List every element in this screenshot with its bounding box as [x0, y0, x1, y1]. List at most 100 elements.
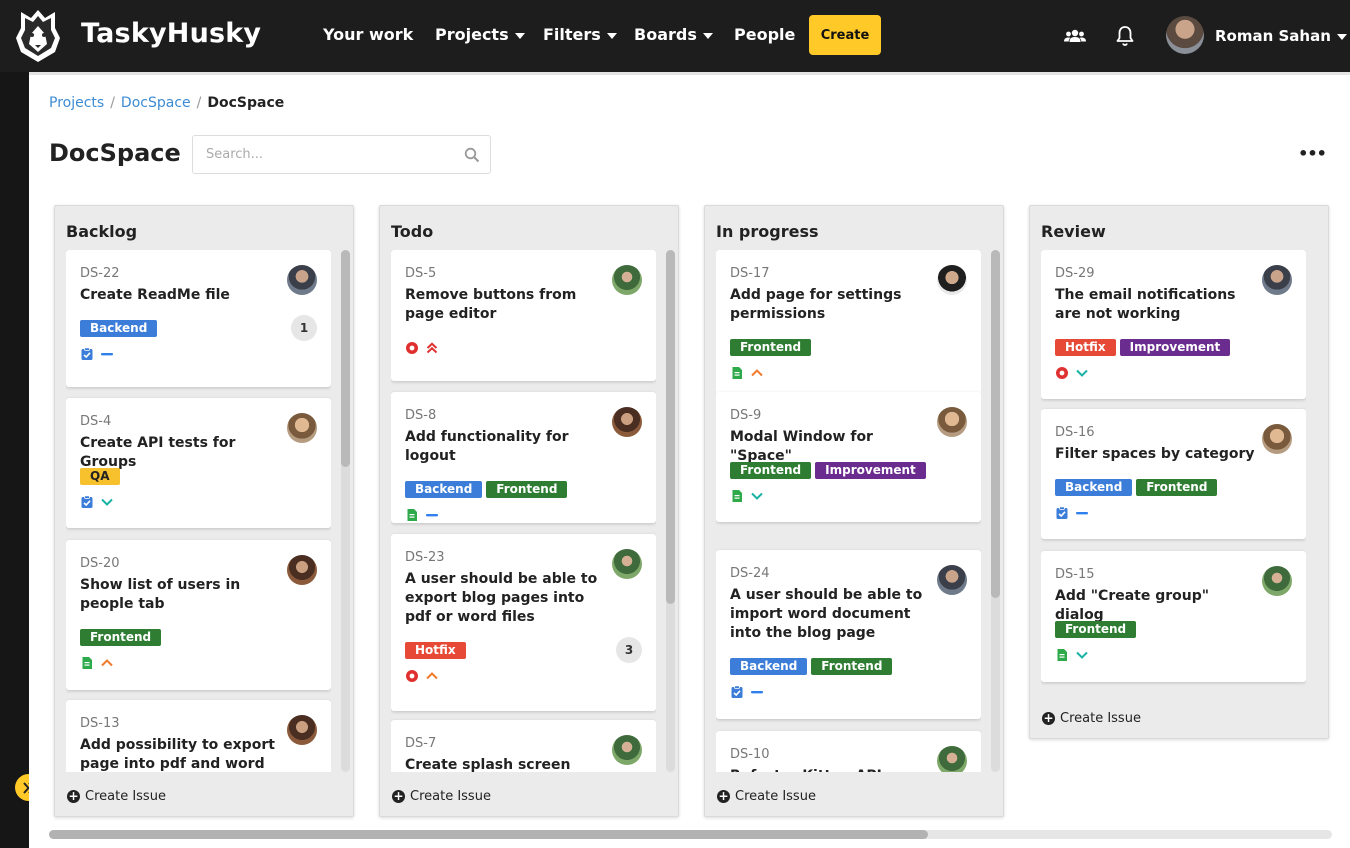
tag-badge[interactable]: Frontend [730, 462, 812, 479]
tag-badge[interactable]: Backend [1055, 479, 1133, 496]
create-button[interactable]: Create [809, 15, 881, 55]
issue-key: DS-17 [730, 266, 770, 281]
nav-filters-label: Filters [543, 25, 601, 44]
priority-low-icon [1075, 647, 1089, 666]
create-issue-label: Create Issue [735, 789, 816, 804]
breadcrumb-projects[interactable]: Projects [49, 95, 104, 111]
user-menu[interactable]: Roman Sahan [1215, 27, 1347, 45]
assignee-avatar[interactable] [937, 265, 967, 295]
tag-badge[interactable]: Frontend [1136, 479, 1218, 496]
create-issue-button[interactable]: + Create Issue [1042, 711, 1141, 726]
assignee-avatar[interactable] [287, 265, 317, 295]
tag-badge[interactable]: Frontend [1055, 621, 1137, 638]
nav-boards-label: Boards [634, 25, 697, 44]
issue-card[interactable]: DS-17 Add page for settings permissions Fr… [716, 250, 981, 399]
assignee-avatar[interactable] [1262, 566, 1292, 596]
tag-badge[interactable]: Backend [80, 320, 158, 337]
issue-card[interactable]: DS-13 Add possibility to export page into… [66, 700, 331, 772]
assignee-avatar[interactable] [612, 407, 642, 437]
nav-boards[interactable]: Boards [634, 25, 713, 44]
assignee-avatar[interactable] [612, 265, 642, 295]
tag-badge[interactable]: Backend [730, 658, 808, 675]
assignee-avatar[interactable] [937, 746, 967, 772]
app-brand[interactable]: TaskyHusky [81, 18, 261, 49]
issue-title: Create splash screen [405, 757, 571, 772]
tag-badge[interactable]: QA [80, 468, 120, 485]
tag-badge[interactable]: Improvement [815, 462, 926, 479]
issue-key: DS-13 [80, 716, 120, 731]
issue-title: Modal Window for "Space" [730, 429, 873, 464]
scrollbar-thumb[interactable] [991, 250, 1000, 598]
issue-card[interactable]: DS-23 A user should be able to export blo… [391, 534, 656, 711]
tag-badge[interactable]: Backend [405, 481, 483, 498]
column-scrollbar[interactable] [666, 250, 675, 772]
tag-badge[interactable]: Frontend [80, 629, 162, 646]
chevron-down-icon [514, 32, 525, 39]
tag-badge[interactable]: Frontend [811, 658, 893, 675]
breadcrumb: Projects / DocSpace / DocSpace [49, 95, 284, 111]
user-avatar[interactable] [1166, 16, 1204, 54]
nav-filters[interactable]: Filters [543, 25, 617, 44]
column-scrollbar[interactable] [341, 250, 350, 772]
assignee-avatar[interactable] [937, 565, 967, 595]
assignee-avatar[interactable] [1262, 424, 1292, 454]
assignee-avatar[interactable] [287, 715, 317, 745]
issue-title: Add functionality for logout [405, 429, 569, 464]
nav-people-label: People [734, 25, 796, 44]
issue-card[interactable]: DS-9 Modal Window for "Space" Frontend Impr… [716, 392, 981, 522]
scrollbar-thumb[interactable] [49, 830, 928, 839]
issue-meta [405, 340, 439, 359]
issue-title: Create API tests for Groups [80, 435, 236, 470]
issue-card[interactable]: DS-8 Add functionality for logout Backend F… [391, 392, 656, 523]
assignee-avatar[interactable] [1262, 265, 1292, 295]
board-horizontal-scrollbar[interactable] [49, 830, 1332, 839]
issue-card[interactable]: DS-5 Remove buttons from page editor [391, 250, 656, 381]
issue-card[interactable]: DS-29 The email notifications are not wor… [1041, 250, 1306, 399]
tag-badge[interactable]: Hotfix [1055, 339, 1116, 356]
tag-badge[interactable]: Hotfix [405, 642, 466, 659]
bell-icon[interactable] [1113, 24, 1137, 48]
scrollbar-thumb[interactable] [341, 250, 350, 467]
husky-logo-icon[interactable] [15, 8, 61, 64]
issue-card[interactable]: DS-15 Add "Create group" dialog Frontend [1041, 551, 1306, 682]
issue-key: DS-29 [1055, 266, 1095, 281]
column-title: Backlog [66, 222, 138, 241]
create-issue-button[interactable]: + Create Issue [717, 789, 816, 804]
priority-low-icon [100, 494, 114, 513]
assignee-avatar[interactable] [612, 549, 642, 579]
nav-projects[interactable]: Projects [435, 25, 525, 44]
issue-title: Add possibility to export page into pdf … [80, 737, 275, 772]
tag-badge[interactable]: Frontend [486, 481, 568, 498]
create-issue-button[interactable]: + Create Issue [67, 789, 166, 804]
nav-your-work[interactable]: Your work [323, 25, 413, 44]
issue-card[interactable]: DS-4 Create API tests for Groups QA [66, 398, 331, 528]
assignee-avatar[interactable] [287, 555, 317, 585]
column-scrollbar[interactable] [991, 250, 1000, 772]
issue-key: DS-8 [405, 408, 437, 423]
assignee-avatar[interactable] [612, 735, 642, 765]
issue-card[interactable]: DS-7 Create splash screen [391, 720, 656, 772]
more-options-button[interactable]: ••• [1296, 139, 1328, 167]
search-icon[interactable] [464, 147, 480, 163]
create-issue-button[interactable]: + Create Issue [392, 789, 491, 804]
nav-people[interactable]: People [734, 25, 795, 44]
search-input[interactable] [193, 136, 443, 173]
board-column: In progress DS-17 Add page for settings pe… [704, 205, 1004, 817]
assignee-avatar[interactable] [937, 407, 967, 437]
issue-card[interactable]: DS-10 Refactor Kitten API [716, 731, 981, 772]
issue-card[interactable]: DS-20 Show list of users in people tab Fro… [66, 540, 331, 690]
scrollbar-thumb[interactable] [666, 250, 675, 604]
issue-card[interactable]: DS-24 A user should be able to import wor… [716, 550, 981, 719]
issue-tags: Backend Frontend [730, 658, 893, 675]
issue-card[interactable]: DS-22 Create ReadMe file Backend 1 [66, 250, 331, 387]
issue-key: DS-15 [1055, 567, 1095, 582]
chevron-down-icon [1336, 33, 1347, 40]
column-title: In progress [716, 222, 819, 241]
breadcrumb-project[interactable]: DocSpace [121, 95, 191, 111]
issue-card[interactable]: DS-16 Filter spaces by category Backend Fro… [1041, 409, 1306, 539]
issue-tags: Backend Frontend [405, 481, 568, 498]
tag-badge[interactable]: Frontend [730, 339, 812, 356]
tag-badge[interactable]: Improvement [1119, 339, 1231, 356]
assignee-avatar[interactable] [287, 413, 317, 443]
team-icon[interactable] [1063, 24, 1087, 48]
